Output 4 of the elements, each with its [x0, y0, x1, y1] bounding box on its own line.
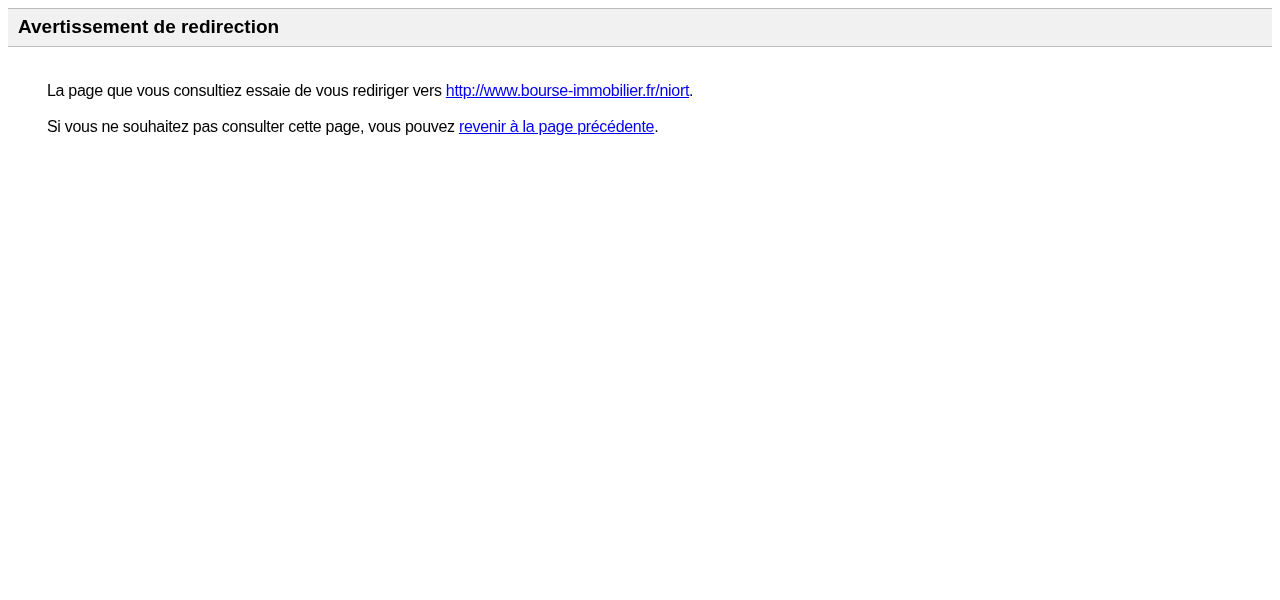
message-text: Si vous ne souhaitez pas consulter cette page, vous pouvez revenir à la page précédente. — [47, 117, 659, 137]
message-text: La page que vous consultiez essaie de vous rediriger vers http://www.bourse-immobilier.fr/niort. — [47, 81, 694, 101]
page-title: Avertissement de redirection — [18, 16, 280, 38]
redirect-link[interactable]: revenir à la page précédente — [458, 118, 655, 135]
